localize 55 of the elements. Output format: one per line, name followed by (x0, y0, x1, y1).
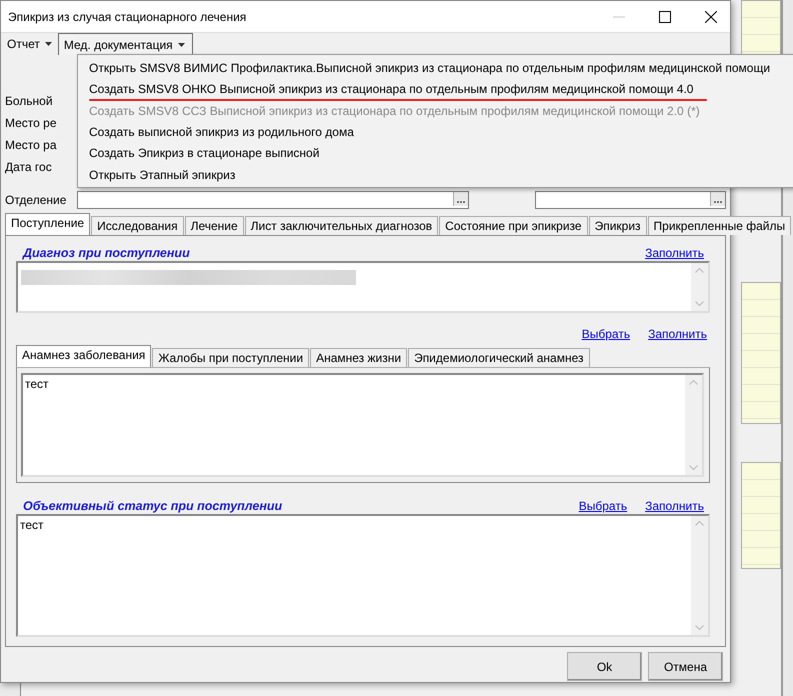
maximize-icon[interactable] (659, 10, 671, 22)
tab[interactable]: Лечение (184, 216, 244, 235)
scroll-down-icon[interactable] (695, 301, 704, 307)
ellipsis-icon[interactable] (710, 192, 725, 206)
scroll-down-icon[interactable] (695, 625, 704, 631)
text-area[interactable]: тест (21, 373, 704, 477)
tab[interactable]: Состояние при эпикризе (439, 216, 588, 235)
tab[interactable]: Жалобы при поступлении (152, 348, 310, 367)
diagnosis-field[interactable] (16, 261, 710, 313)
field-label: Дата гос (5, 160, 52, 175)
scrollbar[interactable] (685, 375, 702, 475)
link[interactable]: Выбрать (578, 499, 628, 513)
menu-item[interactable]: Мед. документация (58, 33, 193, 55)
scrollbar[interactable] (691, 516, 708, 635)
close-icon[interactable] (705, 10, 717, 22)
field-label: Место ра (5, 138, 57, 153)
scroll-up-icon[interactable] (695, 520, 704, 526)
dialog-button[interactable]: Ok (567, 652, 642, 681)
link[interactable]: Заполнить (648, 327, 707, 341)
menu-item[interactable]: Отчет (3, 33, 58, 55)
link[interactable]: Выбрать (582, 327, 630, 341)
link[interactable]: Заполнить (645, 246, 704, 260)
field-label: Место ре (5, 116, 57, 131)
menu-option[interactable]: Создать Эпикриз в стационаре выписной (89, 144, 320, 162)
caret-icon (178, 42, 185, 46)
tab[interactable]: Анамнез заболевания (16, 345, 152, 367)
tab[interactable]: Исследования (91, 216, 184, 235)
tab[interactable]: Эпикриз (588, 216, 647, 235)
scroll-up-icon[interactable] (689, 379, 698, 385)
department-field[interactable] (77, 191, 470, 209)
field-text: тест (25, 377, 49, 391)
field-label: Отделение (5, 192, 66, 208)
field-text: тест (20, 518, 44, 532)
menu-option[interactable]: Открыть SMSV8 ВИМИС Профилактика.Выписной эпикриз из стационара по отдельным профилям медицинской помощи (89, 59, 770, 77)
section-title: Диагноз при поступлении (23, 246, 190, 260)
field-label: Больной (5, 94, 53, 109)
scroll-down-icon[interactable] (689, 465, 698, 471)
profile-field[interactable] (535, 191, 726, 209)
tab[interactable]: Прикрепленные файлы (648, 216, 792, 235)
tab[interactable]: Лист заключительных диагнозов (244, 216, 438, 235)
menu-option[interactable]: Создать SMSV8 ОНКО Выписной эпикриз из стационара по отдельным профилям медицинской помощи 4.0 (89, 80, 694, 98)
text-area[interactable]: тест (16, 514, 710, 637)
menu-option[interactable]: Создать выписной эпикриз из родильного дома (89, 122, 354, 141)
link[interactable]: Заполнить (645, 499, 704, 513)
tab[interactable]: Эпидемиологический анамнез (408, 348, 590, 367)
tab[interactable]: Поступление (5, 213, 90, 235)
scroll-up-icon[interactable] (695, 267, 704, 273)
tab[interactable]: Анамнез жизни (310, 348, 408, 367)
caret-icon (44, 42, 52, 46)
window-title: Эпикриз из случая стационарного лечения (8, 10, 246, 24)
section-title: Объективный статус при поступлении (23, 499, 282, 513)
ellipsis-icon[interactable] (453, 192, 468, 206)
dialog-button[interactable]: Отмена (648, 652, 723, 681)
menu-option[interactable]: Открыть Этапный эпикриз (89, 166, 236, 184)
scrollbar[interactable] (691, 263, 708, 311)
